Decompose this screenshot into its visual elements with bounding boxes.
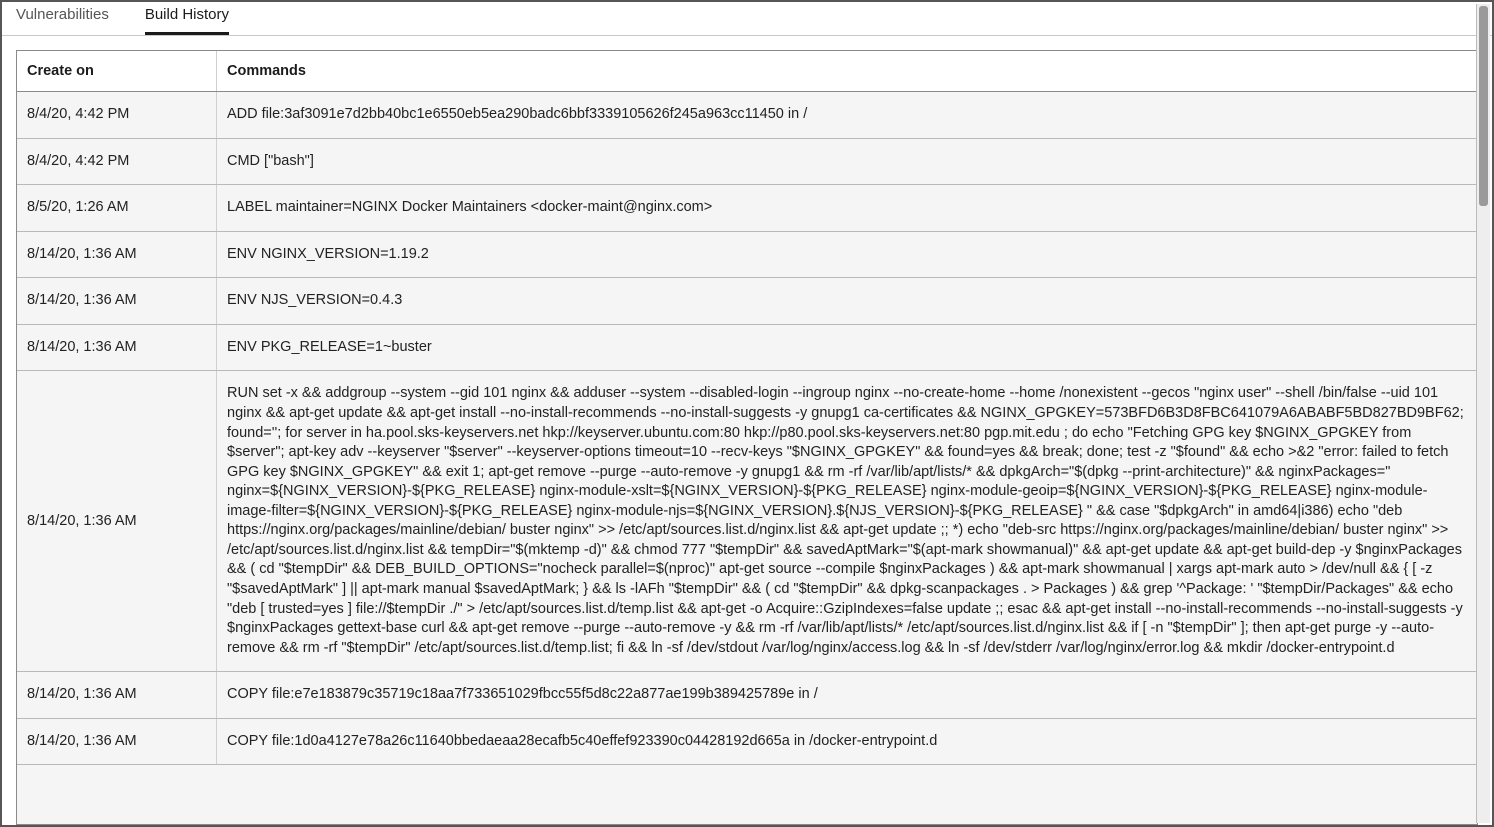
table-row[interactable]: 8/14/20, 1:36 AMENV NGINX_VERSION=1.19.2 [17,232,1477,279]
cell-command: COPY file:e7e183879c35719c18aa7f73365102… [217,672,1477,718]
table-row[interactable]: 8/4/20, 4:42 PMCMD ["bash"] [17,139,1477,186]
table-row[interactable]: 8/14/20, 1:36 AMENV NJS_VERSION=0.4.3 [17,278,1477,325]
table-row[interactable]: 8/14/20, 1:36 AMRUN set -x && addgroup -… [17,371,1477,672]
vertical-scrollbar[interactable] [1476,4,1490,823]
cell-command: ENV NJS_VERSION=0.4.3 [217,278,1477,324]
cell-created-on: 8/14/20, 1:36 AM [17,672,217,718]
scrollbar-thumb[interactable] [1479,6,1488,206]
cell-created-on: 8/4/20, 4:42 PM [17,139,217,185]
cell-created-on: 8/14/20, 1:36 AM [17,232,217,278]
cell-created-on: 8/14/20, 1:36 AM [17,325,217,371]
build-history-panel: Create on Commands 8/4/20, 4:42 PMADD fi… [2,36,1492,825]
cell-command: ADD file:3af3091e7d2bb40bc1e6550eb5ea290… [217,92,1477,138]
cell-command: COPY file:1d0a4127e78a26c11640bbedaeaa28… [217,719,1477,765]
header-created-on[interactable]: Create on [17,51,217,91]
app-frame: Vulnerabilities Build History Create on … [0,0,1494,827]
tab-bar: Vulnerabilities Build History [2,2,1492,36]
cell-created-on: 8/4/20, 4:42 PM [17,92,217,138]
table-body[interactable]: 8/4/20, 4:42 PMADD file:3af3091e7d2bb40b… [17,92,1477,824]
tab-build-history[interactable]: Build History [145,0,229,35]
table-row[interactable]: 8/5/20, 1:26 AMLABEL maintainer=NGINX Do… [17,185,1477,232]
cell-created-on: 8/14/20, 1:36 AM [17,371,217,671]
table-row[interactable]: 8/14/20, 1:36 AMCOPY file:1d0a4127e78a26… [17,719,1477,766]
header-commands[interactable]: Commands [217,51,1477,91]
cell-created-on: 8/5/20, 1:26 AM [17,185,217,231]
cell-created-on: 8/14/20, 1:36 AM [17,719,217,765]
table-header-row: Create on Commands [17,51,1477,92]
cell-command: ENV NGINX_VERSION=1.19.2 [217,232,1477,278]
cell-created-on: 8/14/20, 1:36 AM [17,278,217,324]
cell-command: RUN set -x && addgroup --system --gid 10… [217,371,1477,671]
tab-vulnerabilities[interactable]: Vulnerabilities [16,0,109,35]
cell-command: ENV PKG_RELEASE=1~buster [217,325,1477,371]
cell-command: LABEL maintainer=NGINX Docker Maintainer… [217,185,1477,231]
cell-command: CMD ["bash"] [217,139,1477,185]
build-history-table: Create on Commands 8/4/20, 4:42 PMADD fi… [16,50,1478,825]
table-row[interactable]: 8/14/20, 1:36 AMENV PKG_RELEASE=1~buster [17,325,1477,372]
table-row[interactable]: 8/14/20, 1:36 AMCOPY file:e7e183879c3571… [17,672,1477,719]
table-row[interactable]: 8/4/20, 4:42 PMADD file:3af3091e7d2bb40b… [17,92,1477,139]
